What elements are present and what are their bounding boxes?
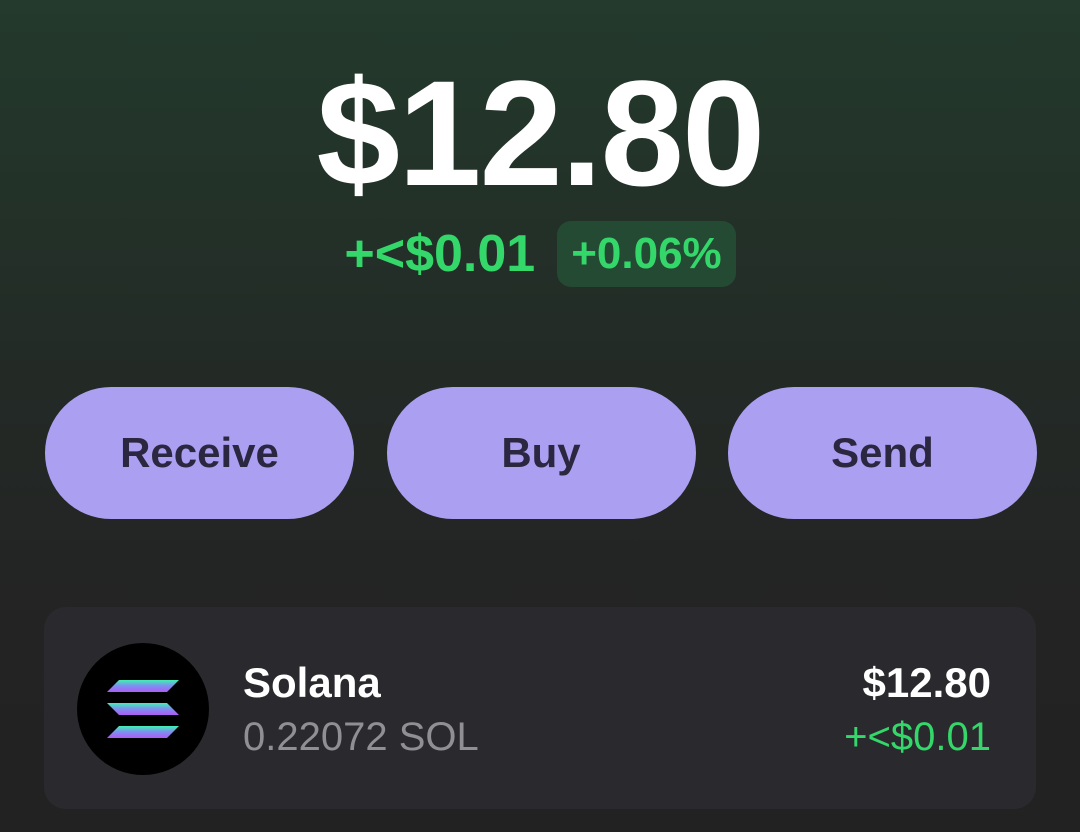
token-value: $12.80 [862,659,991,706]
token-row-solana[interactable]: Solana 0.22072 SOL $12.80 +<$0.01 [44,607,1036,809]
portfolio-balance: $12.80 [316,49,766,217]
solana-logo-icon [77,643,209,775]
portfolio-change-percent-badge: +0.06% [557,221,736,287]
action-buttons: Receive Buy Send [45,387,1037,519]
send-button[interactable]: Send [728,387,1037,519]
buy-button[interactable]: Buy [386,387,696,519]
receive-button[interactable]: Receive [45,387,354,519]
token-change: +<$0.01 [844,715,991,759]
portfolio-change-amount: +<$0.01 [344,225,536,283]
token-amount: 0.22072 SOL [243,715,479,759]
portfolio-change-row: +<$0.01 +0.06% [0,220,1080,288]
token-name: Solana [243,659,381,706]
solana-logo-graphic [107,680,179,738]
